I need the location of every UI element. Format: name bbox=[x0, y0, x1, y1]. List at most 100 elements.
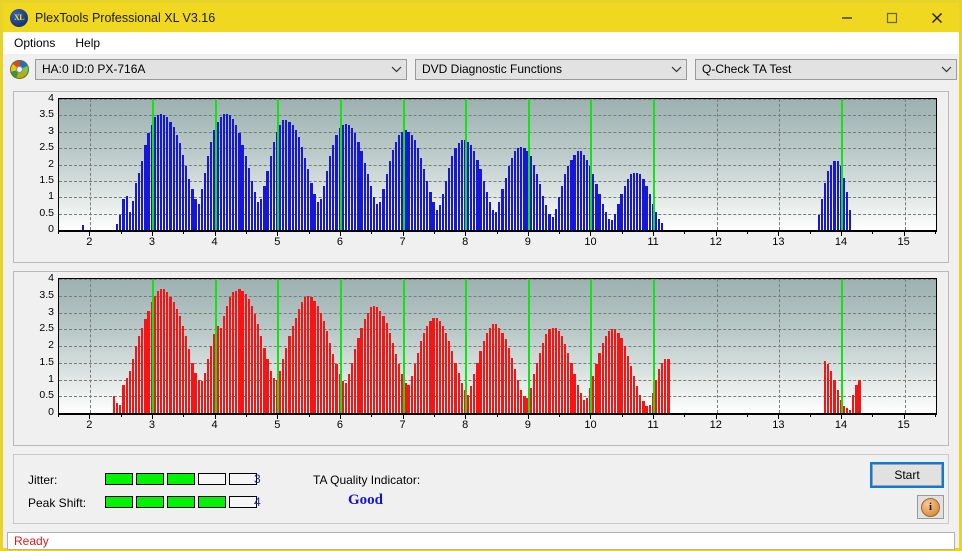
x-tick bbox=[371, 231, 373, 234]
close-icon[interactable] bbox=[914, 3, 959, 32]
chart-bar bbox=[445, 332, 448, 413]
chart-bar bbox=[466, 394, 470, 413]
x-tick-label: 5 bbox=[274, 236, 281, 248]
x-tick bbox=[245, 231, 247, 234]
meter-segment bbox=[167, 496, 195, 508]
chart-bar bbox=[601, 342, 604, 413]
chart-bar bbox=[310, 182, 313, 230]
chart-bar bbox=[495, 212, 498, 230]
x-tick-label: 13 bbox=[772, 419, 785, 431]
chart-bar bbox=[166, 292, 169, 413]
gridline bbox=[716, 99, 718, 230]
chart-bar bbox=[297, 136, 301, 230]
x-tick bbox=[120, 231, 122, 234]
chart-bar bbox=[404, 130, 407, 230]
gridline bbox=[59, 115, 936, 117]
chart-bar bbox=[849, 409, 852, 413]
x-tick-label: 3 bbox=[148, 236, 156, 248]
chart-bar bbox=[222, 113, 225, 230]
chart-bar bbox=[351, 128, 354, 230]
chart-bar bbox=[300, 146, 304, 230]
chart-bar bbox=[451, 351, 454, 413]
chart-bar bbox=[366, 174, 369, 230]
chart-bar bbox=[134, 346, 138, 413]
chart-bar bbox=[416, 352, 420, 413]
chart-bar bbox=[354, 133, 357, 230]
chart-bar bbox=[513, 151, 517, 230]
chart-bar bbox=[824, 361, 827, 413]
chart-bar bbox=[141, 327, 144, 413]
jitter-chart-y-axis: 0 0.5 1 1.5 2 2.5 3 3.5 4 bbox=[24, 92, 54, 235]
chart-bar bbox=[830, 164, 833, 230]
start-button[interactable]: Start bbox=[870, 462, 944, 488]
gridline bbox=[59, 148, 936, 150]
gridline bbox=[716, 279, 718, 413]
chart-bar bbox=[457, 372, 460, 413]
test-select[interactable]: Q-Check TA Test bbox=[695, 58, 957, 80]
chart-bar bbox=[629, 366, 633, 413]
chart-bar bbox=[858, 379, 861, 413]
chart-bar bbox=[134, 182, 138, 230]
chart-bar bbox=[329, 156, 332, 230]
chart-bar bbox=[159, 289, 163, 413]
function-select[interactable]: DVD Diagnostic Functions bbox=[415, 58, 687, 80]
chart-bar bbox=[485, 332, 488, 413]
menu-item-help[interactable]: Help bbox=[66, 34, 109, 52]
chart-bar bbox=[379, 202, 382, 230]
chart-bar bbox=[510, 357, 513, 413]
x-tick-label: 14 bbox=[834, 419, 848, 431]
chart-bar bbox=[438, 320, 441, 413]
chart-bar bbox=[272, 377, 275, 413]
x-tick-label: 2 bbox=[86, 236, 93, 248]
chart-bar bbox=[269, 156, 272, 230]
chart-bar bbox=[473, 151, 476, 230]
chart-bar bbox=[620, 193, 623, 230]
x-tick bbox=[747, 414, 749, 417]
chart-bar bbox=[520, 389, 523, 413]
chart-bar bbox=[579, 151, 582, 230]
marker-line bbox=[277, 279, 280, 413]
test-select-value: Q-Check TA Test bbox=[702, 62, 792, 76]
gridline bbox=[59, 131, 936, 133]
chart-bar bbox=[310, 297, 313, 413]
info-button[interactable]: i bbox=[917, 495, 944, 519]
chart-bar bbox=[448, 167, 451, 230]
drive-select[interactable]: HA:0 ID:0 PX-716A bbox=[35, 58, 407, 80]
x-tick bbox=[58, 231, 59, 234]
chart-bar bbox=[181, 325, 185, 413]
chevron-down-icon bbox=[667, 60, 686, 79]
chart-bar bbox=[344, 382, 347, 413]
x-tick-label: 11 bbox=[647, 236, 659, 248]
maximize-icon[interactable] bbox=[869, 3, 914, 32]
chart-bar bbox=[548, 213, 551, 230]
chart-bar bbox=[116, 402, 119, 413]
chart-bar bbox=[636, 386, 639, 413]
minimize-icon[interactable] bbox=[824, 3, 869, 32]
chart-bar bbox=[329, 342, 332, 413]
chart-bar bbox=[388, 161, 391, 230]
meter-segment bbox=[105, 473, 133, 485]
chart-bar bbox=[398, 135, 401, 230]
chart-bar bbox=[153, 117, 156, 230]
jitter-value: 3 bbox=[254, 472, 261, 486]
chart-bar bbox=[507, 166, 510, 230]
results-panel: Jitter: 3 Peak Shift: 4 TA Quality Indic… bbox=[13, 454, 949, 524]
marker-line bbox=[527, 279, 530, 413]
chart-bar bbox=[131, 200, 135, 230]
meter-segment bbox=[229, 496, 257, 508]
gridline bbox=[59, 295, 936, 297]
chart-bar bbox=[325, 330, 329, 413]
chart-bar bbox=[413, 364, 416, 413]
window-title: PlexTools Professional XL V3.16 bbox=[35, 10, 216, 25]
chart-bar bbox=[645, 406, 648, 413]
chart-bar bbox=[313, 193, 316, 230]
menu-item-options[interactable]: Options bbox=[5, 34, 64, 52]
marker-line bbox=[151, 99, 154, 230]
chart-bar bbox=[632, 376, 636, 413]
x-tick bbox=[245, 414, 247, 417]
optical-disc-icon bbox=[10, 59, 29, 79]
chart-bar bbox=[460, 139, 463, 230]
chart-bar bbox=[206, 156, 210, 230]
chart-bar bbox=[623, 346, 626, 413]
chart-bar bbox=[260, 335, 263, 413]
